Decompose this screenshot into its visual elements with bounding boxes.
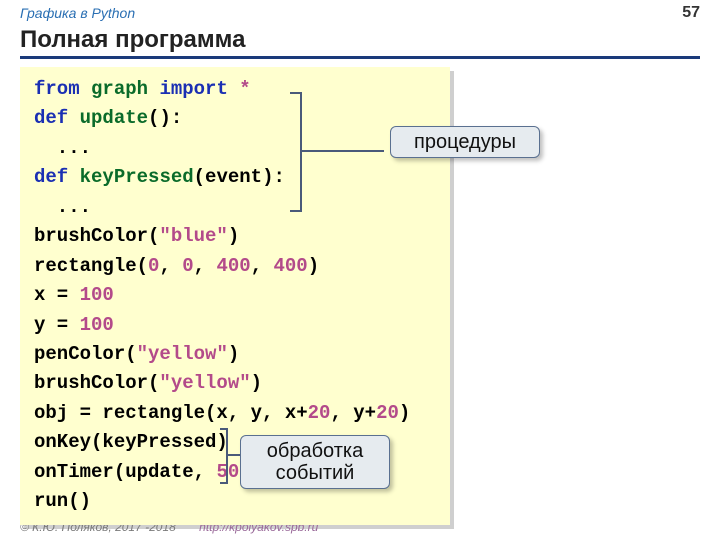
code-text: ) [228,225,239,247]
number: 400 [274,255,308,277]
string-literal: "yellow" [159,372,250,394]
kw-import: import [159,78,227,100]
kw-def: def [34,166,68,188]
number: 100 [80,314,114,336]
fn-keypressed: keyPressed [80,166,194,188]
kw-def: def [34,107,68,129]
number: 100 [80,284,114,306]
number: 20 [376,402,399,424]
course-title: Графика в Python [20,5,135,21]
code-text: obj = rectangle(x, y, x+ [34,402,308,424]
code-text: onKey(keyPressed) [34,431,228,453]
kw-from: from [34,78,80,100]
number: 400 [216,255,250,277]
code-text: (): [148,107,182,129]
page-number: 57 [682,4,700,22]
code-text: ) [399,402,410,424]
code-text: , [159,255,182,277]
code-text: (event): [194,166,285,188]
code-text: penColor( [34,343,137,365]
string-literal: "blue" [159,225,227,247]
code-text: ) [251,372,262,394]
number: 0 [182,255,193,277]
slide-title: Полная программа [20,26,700,59]
code-text: x = [34,284,80,306]
number: 0 [148,255,159,277]
bracket-procedures [290,92,302,212]
code-text: onTimer(update, [34,461,216,483]
code-text: rectangle( [34,255,148,277]
code-text: brushColor( [34,372,159,394]
header: Графика в Python 57 [0,0,720,22]
bracket-connector [302,150,384,152]
code-text: ... [34,137,91,159]
ident-module: graph [91,78,148,100]
kw-star: * [239,78,250,100]
code-text: y = [34,314,80,336]
callout-procedures: процедуры [390,126,540,158]
code-text: ) [308,255,319,277]
code-text: brushColor( [34,225,159,247]
code-text: , [251,255,274,277]
string-literal: "yellow" [137,343,228,365]
code-text: , [194,255,217,277]
bracket-events [220,428,228,484]
code-text: , y+ [330,402,376,424]
code-text: run() [34,490,91,512]
number: 20 [308,402,331,424]
code-text: ) [228,343,239,365]
code-text: ... [34,196,91,218]
fn-update: update [80,107,148,129]
callout-events: обработка событий [240,435,390,489]
